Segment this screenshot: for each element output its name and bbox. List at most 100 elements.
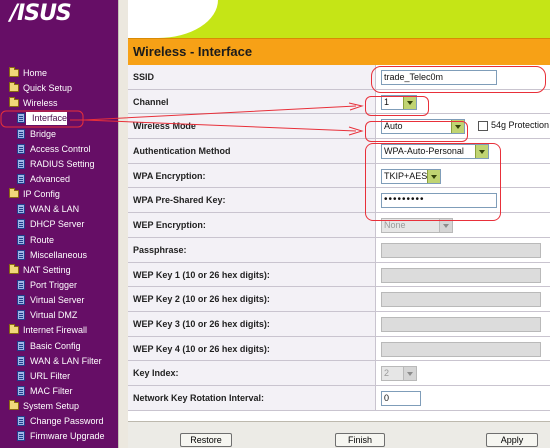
auth-method-select[interactable]: WPA-Auto-Personal <box>381 144 489 160</box>
doc-icon <box>17 143 25 154</box>
54g-protection-checkbox[interactable] <box>478 121 488 132</box>
wpa-psk-input[interactable]: ••••••••• <box>381 193 497 209</box>
wep-key3-input[interactable] <box>381 316 541 332</box>
page-header: Wireless - Interface <box>128 38 550 65</box>
doc-icon <box>17 204 25 215</box>
doc-icon <box>17 249 25 260</box>
sidebar-item-route[interactable]: Route <box>0 233 118 248</box>
sidebar-item-change-password[interactable]: Change Password <box>0 414 118 429</box>
doc-icon <box>17 370 25 381</box>
sidebar-item-wan-lan[interactable]: WAN & LAN <box>0 202 118 217</box>
sidebar-item-label: Firmware Upgrade <box>30 431 105 442</box>
doc-icon <box>17 416 25 427</box>
finish-button[interactable]: Finish <box>335 433 385 447</box>
button-bar: Restore Finish Apply <box>128 421 550 448</box>
sidebar-item-radius-setting[interactable]: RADIUS Setting <box>0 157 118 172</box>
sidebar-item-ip-config[interactable]: IP Config <box>0 187 118 202</box>
row-auth-method: Authentication Method WPA-Auto-Personal <box>128 139 550 164</box>
sidebar-item-internet-firewall[interactable]: Internet Firewall <box>0 323 118 338</box>
apply-button[interactable]: Apply <box>486 433 538 447</box>
wep-key4-input[interactable] <box>381 341 541 357</box>
sidebar-item-label: Home <box>23 68 48 78</box>
sidebar-item-quick-setup[interactable]: Quick Setup <box>0 81 118 96</box>
sidebar-item-wireless[interactable]: Wireless <box>0 96 118 111</box>
sidebar-item-label: Port Trigger <box>30 279 78 290</box>
sidebar-item-miscellaneous[interactable]: Miscellaneous <box>0 248 118 263</box>
row-wireless-mode: Wireless Mode Auto 54g Protection <box>128 114 550 140</box>
key-index-select[interactable]: 2 <box>381 366 417 382</box>
key-rotation-label: Network Key Rotation Interval: <box>128 385 376 410</box>
row-key-index: Key Index: 2 <box>128 361 550 386</box>
sidebar-item-label: Miscellaneous <box>30 249 88 260</box>
sidebar-item-wan-lan-filter[interactable]: WAN & LAN Filter <box>0 354 118 369</box>
ssid-input[interactable]: trade_Telec0m <box>381 70 497 85</box>
wep-encryption-value: None <box>384 220 406 231</box>
sidebar-item-access-control[interactable]: Access Control <box>0 142 118 157</box>
chevron-down-icon <box>439 219 452 233</box>
sidebar-item-label: Advanced <box>30 173 71 184</box>
sidebar-item-system-setup[interactable]: System Setup <box>0 399 118 414</box>
key-rotation-input[interactable]: 0 <box>381 390 421 406</box>
chevron-down-icon <box>403 367 416 381</box>
sidebar-item-mac-filter[interactable]: MAC Filter <box>0 384 118 399</box>
folder-icon <box>9 67 19 77</box>
wep-key3-label: WEP Key 3 (10 or 26 hex digits): <box>128 311 376 336</box>
doc-icon <box>17 113 25 124</box>
sidebar-item-label: Route <box>30 234 55 245</box>
doc-icon <box>17 128 25 139</box>
sidebar-scrollbar[interactable] <box>118 0 128 448</box>
wpa-encryption-select[interactable]: TKIP+AES <box>381 168 441 184</box>
sidebar-item-label: Virtual DMZ <box>30 310 78 321</box>
wpa-encryption-label: WPA Encryption: <box>128 163 376 188</box>
wep-key2-label: WEP Key 2 (10 or 26 hex digits): <box>128 287 376 311</box>
passphrase-label: Passphrase: <box>128 237 376 262</box>
wep-key1-label: WEP Key 1 (10 or 26 hex digits): <box>128 262 376 287</box>
folder-icon <box>9 324 19 335</box>
passphrase-input[interactable] <box>381 242 541 258</box>
sidebar-item-nat-setting[interactable]: NAT Setting <box>0 263 118 278</box>
doc-icon <box>17 158 25 169</box>
wep-key2-input[interactable] <box>381 292 541 308</box>
chevron-down-icon[interactable] <box>403 95 416 109</box>
wireless-mode-select[interactable]: Auto <box>381 119 465 135</box>
chevron-down-icon[interactable] <box>427 169 440 183</box>
wep-key1-input[interactable] <box>381 267 541 283</box>
chevron-down-icon[interactable] <box>451 120 464 134</box>
sidebar-item-basic-config[interactable]: Basic Config <box>0 339 118 354</box>
key-index-label: Key Index: <box>128 361 376 385</box>
sidebar-item-label: Change Password <box>30 416 104 427</box>
sidebar-item-url-filter[interactable]: URL Filter <box>0 369 118 384</box>
sidebar-item-dhcp-server[interactable]: DHCP Server <box>0 217 118 232</box>
wep-encryption-select[interactable]: None <box>381 218 453 234</box>
key-index-value: 2 <box>384 368 390 379</box>
wireless-interface-form: SSID trade_Telec0m Channel 1 Wireless Mo… <box>128 65 550 411</box>
sidebar-item-label: NAT Setting <box>23 264 71 275</box>
row-wep-key2: WEP Key 2 (10 or 26 hex digits): <box>128 287 550 312</box>
sidebar-item-virtual-server[interactable]: Virtual Server <box>0 293 118 308</box>
sidebar-item-label: Virtual Server <box>30 295 85 306</box>
sidebar-item-label: MAC Filter <box>30 385 73 396</box>
sidebar-item-label: Bridge <box>30 128 57 139</box>
sidebar-item-interface[interactable]: Interface <box>0 111 118 126</box>
channel-label: Channel <box>128 89 376 114</box>
auth-method-value: WPA-Auto-Personal <box>384 146 464 157</box>
doc-icon <box>17 234 25 245</box>
sidebar-item-label: URL Filter <box>30 370 71 381</box>
channel-select[interactable]: 1 <box>381 94 417 110</box>
sidebar-item-advanced[interactable]: Advanced <box>0 172 118 187</box>
doc-icon <box>17 355 25 366</box>
doc-icon <box>17 310 25 321</box>
sidebar-item-label: WAN & LAN <box>30 204 80 215</box>
doc-icon <box>17 295 25 306</box>
folder-icon <box>9 400 19 411</box>
sidebar-item-firmware-upgrade[interactable]: Firmware Upgrade <box>0 429 118 444</box>
chevron-down-icon[interactable] <box>475 145 488 159</box>
doc-icon <box>17 219 25 230</box>
sidebar-item-bridge[interactable]: Bridge <box>0 127 118 142</box>
sidebar-item-home[interactable]: Home <box>0 66 118 81</box>
sidebar-item-virtual-dmz[interactable]: Virtual DMZ <box>0 308 118 323</box>
sidebar-item-port-trigger[interactable]: Port Trigger <box>0 278 118 293</box>
sidebar-item-label: DHCP Server <box>30 219 85 230</box>
sidebar-item-label: Quick Setup <box>23 83 73 94</box>
restore-button[interactable]: Restore <box>180 433 232 447</box>
